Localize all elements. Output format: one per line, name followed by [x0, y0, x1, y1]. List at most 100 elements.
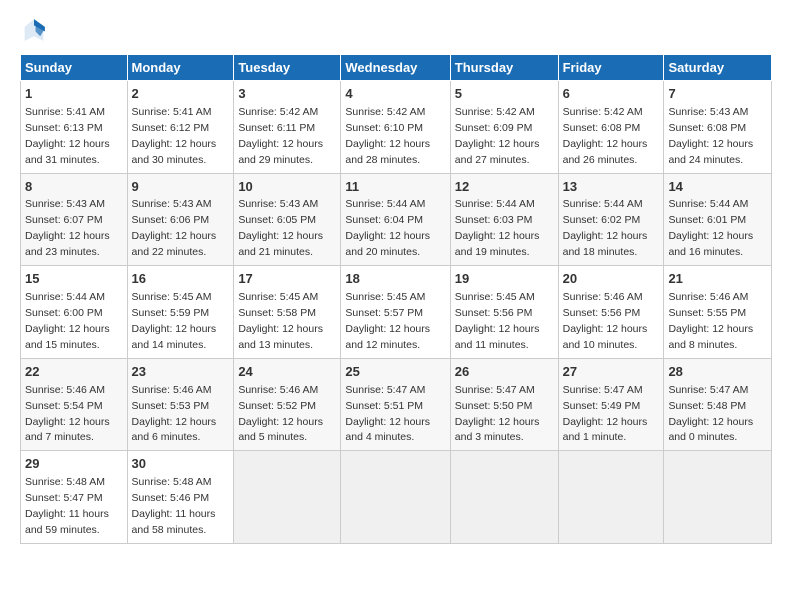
- calendar-body: 1 Sunrise: 5:41 AM Sunset: 6:13 PM Daylig…: [21, 81, 772, 544]
- calendar-cell: 17Sunrise: 5:45 AM Sunset: 5:58 PM Dayli…: [234, 266, 341, 359]
- logo: [20, 16, 52, 44]
- day-number: 27: [563, 363, 660, 382]
- day-detail: Sunrise: 5:45 AM Sunset: 5:58 PM Dayligh…: [238, 291, 323, 351]
- day-number: 4: [345, 85, 445, 104]
- day-number: 6: [563, 85, 660, 104]
- calendar-cell: 8Sunrise: 5:43 AM Sunset: 6:07 PM Daylig…: [21, 173, 128, 266]
- day-number: 1: [25, 85, 123, 104]
- day-number: 26: [455, 363, 554, 382]
- calendar-cell: 3 Sunrise: 5:42 AM Sunset: 6:11 PM Daylig…: [234, 81, 341, 174]
- calendar-cell: 23 Sunrise: 5:46 AM Sunset: 5:53 PM Dayli…: [127, 358, 234, 451]
- day-detail: Sunrise: 5:41 AM Sunset: 6:13 PM Dayligh…: [25, 106, 110, 166]
- day-detail: Sunrise: 5:47 AM Sunset: 5:48 PM Dayligh…: [668, 384, 753, 444]
- day-detail: Sunrise: 5:45 AM Sunset: 5:57 PM Dayligh…: [345, 291, 430, 351]
- calendar-cell: 30 Sunrise: 5:48 AM Sunset: 5:46 PM Dayli…: [127, 451, 234, 544]
- week-row-5: 29 Sunrise: 5:48 AM Sunset: 5:47 PM Dayli…: [21, 451, 772, 544]
- day-of-week-monday: Monday: [127, 55, 234, 81]
- day-detail: Sunrise: 5:43 AM Sunset: 6:08 PM Dayligh…: [668, 106, 753, 166]
- calendar-cell: 29 Sunrise: 5:48 AM Sunset: 5:47 PM Dayli…: [21, 451, 128, 544]
- calendar-cell: 19Sunrise: 5:45 AM Sunset: 5:56 PM Dayli…: [450, 266, 558, 359]
- day-detail: Sunrise: 5:48 AM Sunset: 5:47 PM Dayligh…: [25, 476, 109, 536]
- calendar-cell: 11Sunrise: 5:44 AM Sunset: 6:04 PM Dayli…: [341, 173, 450, 266]
- day-number: 14: [668, 178, 767, 197]
- day-number: 28: [668, 363, 767, 382]
- day-detail: Sunrise: 5:43 AM Sunset: 6:07 PM Dayligh…: [25, 198, 110, 258]
- day-detail: Sunrise: 5:44 AM Sunset: 6:02 PM Dayligh…: [563, 198, 648, 258]
- day-number: 30: [132, 455, 230, 474]
- calendar-cell: 2 Sunrise: 5:41 AM Sunset: 6:12 PM Daylig…: [127, 81, 234, 174]
- calendar-cell: 1 Sunrise: 5:41 AM Sunset: 6:13 PM Daylig…: [21, 81, 128, 174]
- day-detail: Sunrise: 5:46 AM Sunset: 5:52 PM Dayligh…: [238, 384, 323, 444]
- calendar-cell: 21 Sunrise: 5:46 AM Sunset: 5:55 PM Dayli…: [664, 266, 772, 359]
- calendar-cell: [450, 451, 558, 544]
- calendar-cell: 22Sunrise: 5:46 AM Sunset: 5:54 PM Dayli…: [21, 358, 128, 451]
- day-detail: Sunrise: 5:42 AM Sunset: 6:08 PM Dayligh…: [563, 106, 648, 166]
- day-detail: Sunrise: 5:46 AM Sunset: 5:53 PM Dayligh…: [132, 384, 217, 444]
- day-detail: Sunrise: 5:47 AM Sunset: 5:49 PM Dayligh…: [563, 384, 648, 444]
- day-number: 21: [668, 270, 767, 289]
- day-number: 10: [238, 178, 336, 197]
- calendar-cell: 26 Sunrise: 5:47 AM Sunset: 5:50 PM Dayli…: [450, 358, 558, 451]
- day-number: 23: [132, 363, 230, 382]
- logo-icon: [20, 16, 48, 44]
- calendar-cell: 6 Sunrise: 5:42 AM Sunset: 6:08 PM Daylig…: [558, 81, 664, 174]
- day-detail: Sunrise: 5:47 AM Sunset: 5:51 PM Dayligh…: [345, 384, 430, 444]
- day-detail: Sunrise: 5:47 AM Sunset: 5:50 PM Dayligh…: [455, 384, 540, 444]
- day-number: 15: [25, 270, 123, 289]
- calendar-header: SundayMondayTuesdayWednesdayThursdayFrid…: [21, 55, 772, 81]
- day-of-week-sunday: Sunday: [21, 55, 128, 81]
- day-of-week-tuesday: Tuesday: [234, 55, 341, 81]
- calendar-cell: 16 Sunrise: 5:45 AM Sunset: 5:59 PM Dayli…: [127, 266, 234, 359]
- calendar-cell: 20 Sunrise: 5:46 AM Sunset: 5:56 PM Dayli…: [558, 266, 664, 359]
- day-number: 18: [345, 270, 445, 289]
- week-row-1: 1 Sunrise: 5:41 AM Sunset: 6:13 PM Daylig…: [21, 81, 772, 174]
- calendar-cell: 9Sunrise: 5:43 AM Sunset: 6:06 PM Daylig…: [127, 173, 234, 266]
- day-number: 3: [238, 85, 336, 104]
- calendar-cell: [558, 451, 664, 544]
- day-detail: Sunrise: 5:45 AM Sunset: 5:59 PM Dayligh…: [132, 291, 217, 351]
- day-number: 12: [455, 178, 554, 197]
- day-of-week-saturday: Saturday: [664, 55, 772, 81]
- calendar-cell: 24 Sunrise: 5:46 AM Sunset: 5:52 PM Dayli…: [234, 358, 341, 451]
- day-number: 20: [563, 270, 660, 289]
- day-detail: Sunrise: 5:48 AM Sunset: 5:46 PM Dayligh…: [132, 476, 216, 536]
- day-number: 29: [25, 455, 123, 474]
- calendar-cell: 4Sunrise: 5:42 AM Sunset: 6:10 PM Daylig…: [341, 81, 450, 174]
- week-row-2: 8Sunrise: 5:43 AM Sunset: 6:07 PM Daylig…: [21, 173, 772, 266]
- calendar-cell: 7Sunrise: 5:43 AM Sunset: 6:08 PM Daylig…: [664, 81, 772, 174]
- calendar: SundayMondayTuesdayWednesdayThursdayFrid…: [20, 54, 772, 544]
- day-detail: Sunrise: 5:46 AM Sunset: 5:56 PM Dayligh…: [563, 291, 648, 351]
- calendar-cell: 10Sunrise: 5:43 AM Sunset: 6:05 PM Dayli…: [234, 173, 341, 266]
- day-detail: Sunrise: 5:43 AM Sunset: 6:05 PM Dayligh…: [238, 198, 323, 258]
- day-number: 2: [132, 85, 230, 104]
- days-of-week-row: SundayMondayTuesdayWednesdayThursdayFrid…: [21, 55, 772, 81]
- day-number: 22: [25, 363, 123, 382]
- day-number: 9: [132, 178, 230, 197]
- day-number: 24: [238, 363, 336, 382]
- calendar-cell: 25 Sunrise: 5:47 AM Sunset: 5:51 PM Dayli…: [341, 358, 450, 451]
- day-number: 11: [345, 178, 445, 197]
- calendar-cell: 15Sunrise: 5:44 AM Sunset: 6:00 PM Dayli…: [21, 266, 128, 359]
- day-number: 5: [455, 85, 554, 104]
- calendar-cell: 14Sunrise: 5:44 AM Sunset: 6:01 PM Dayli…: [664, 173, 772, 266]
- calendar-cell: 27 Sunrise: 5:47 AM Sunset: 5:49 PM Dayli…: [558, 358, 664, 451]
- day-number: 16: [132, 270, 230, 289]
- day-number: 13: [563, 178, 660, 197]
- day-number: 25: [345, 363, 445, 382]
- calendar-cell: 13Sunrise: 5:44 AM Sunset: 6:02 PM Dayli…: [558, 173, 664, 266]
- header: [20, 16, 772, 44]
- calendar-cell: 28 Sunrise: 5:47 AM Sunset: 5:48 PM Dayli…: [664, 358, 772, 451]
- day-detail: Sunrise: 5:42 AM Sunset: 6:09 PM Dayligh…: [455, 106, 540, 166]
- day-detail: Sunrise: 5:42 AM Sunset: 6:11 PM Dayligh…: [238, 106, 323, 166]
- calendar-cell: [664, 451, 772, 544]
- calendar-cell: 18 Sunrise: 5:45 AM Sunset: 5:57 PM Dayli…: [341, 266, 450, 359]
- day-detail: Sunrise: 5:46 AM Sunset: 5:55 PM Dayligh…: [668, 291, 753, 351]
- day-detail: Sunrise: 5:44 AM Sunset: 6:01 PM Dayligh…: [668, 198, 753, 258]
- calendar-cell: [234, 451, 341, 544]
- page: SundayMondayTuesdayWednesdayThursdayFrid…: [0, 0, 792, 612]
- day-detail: Sunrise: 5:43 AM Sunset: 6:06 PM Dayligh…: [132, 198, 217, 258]
- calendar-cell: 12Sunrise: 5:44 AM Sunset: 6:03 PM Dayli…: [450, 173, 558, 266]
- day-detail: Sunrise: 5:41 AM Sunset: 6:12 PM Dayligh…: [132, 106, 217, 166]
- day-of-week-thursday: Thursday: [450, 55, 558, 81]
- week-row-4: 22Sunrise: 5:46 AM Sunset: 5:54 PM Dayli…: [21, 358, 772, 451]
